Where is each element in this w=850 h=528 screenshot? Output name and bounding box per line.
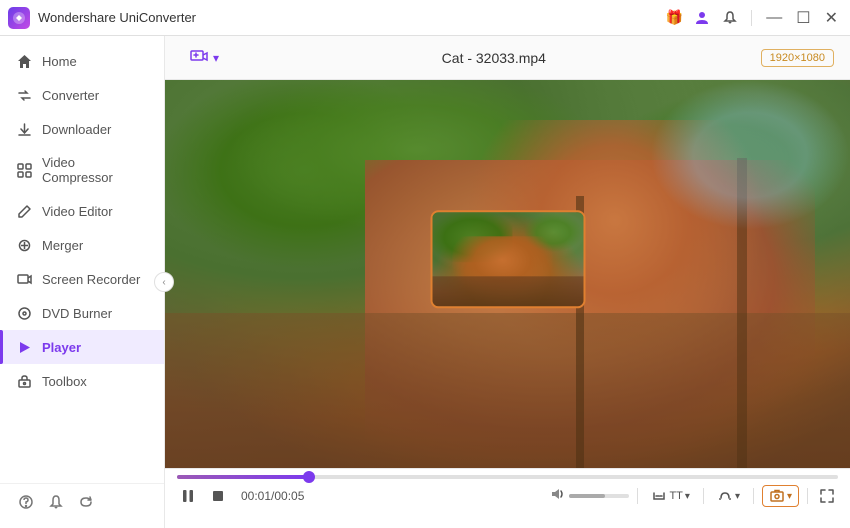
sidebar-item-home[interactable]: Home: [0, 44, 164, 78]
pause-button[interactable]: [177, 485, 199, 507]
screenshot-dropdown: ▾: [787, 491, 792, 502]
divider-2: [703, 488, 704, 504]
add-media-button[interactable]: ▾: [181, 44, 227, 72]
progress-track: [177, 475, 838, 479]
sidebar-item-compressor-label: Video Compressor: [42, 155, 148, 185]
progress-bar[interactable]: [177, 473, 838, 481]
sidebar-item-dvd-burner[interactable]: DVD Burner: [0, 296, 164, 330]
progress-fill: [177, 475, 309, 479]
main-layout: Home Converter Downloader: [0, 36, 850, 528]
sidebar: Home Converter Downloader: [0, 36, 165, 528]
recorder-icon: [16, 271, 32, 287]
user-icon[interactable]: [691, 7, 713, 29]
video-container[interactable]: [165, 80, 850, 468]
controls-row: 00:01/00:05: [177, 485, 838, 507]
toolbox-icon: [16, 373, 32, 389]
thumbnail-preview: [430, 210, 585, 308]
player-header: ▾ Cat - 32033.mp4 1920×1080: [165, 36, 850, 80]
content-area: ▾ Cat - 32033.mp4 1920×1080: [165, 36, 850, 528]
minimize-button[interactable]: —: [762, 9, 786, 27]
subtitle-dropdown: ▾: [685, 491, 690, 502]
sidebar-item-screen-recorder[interactable]: Screen Recorder: [0, 262, 164, 296]
add-media-dropdown-icon: ▾: [213, 51, 219, 65]
sidebar-item-converter-label: Converter: [42, 88, 99, 103]
app-title: Wondershare UniConverter: [38, 10, 663, 25]
notification-icon[interactable]: [719, 7, 741, 29]
file-title: Cat - 32033.mp4: [239, 50, 749, 66]
sidebar-item-toolbox-label: Toolbox: [42, 374, 87, 389]
thumbnail-cat-image: [432, 212, 583, 306]
controls-right: TT ▾ ▾: [549, 485, 838, 507]
player-icon: [16, 339, 32, 355]
audio-button[interactable]: ▾: [712, 485, 745, 507]
merger-icon: [16, 237, 32, 253]
help-icon[interactable]: [16, 492, 36, 512]
sidebar-item-merger-label: Merger: [42, 238, 83, 253]
sidebar-item-player-label: Player: [42, 340, 81, 355]
sidebar-item-merger[interactable]: Merger: [0, 228, 164, 262]
progress-thumb[interactable]: [303, 471, 315, 483]
time-display: 00:01/00:05: [241, 489, 304, 503]
dvd-icon: [16, 305, 32, 321]
audio-dropdown: ▾: [735, 491, 740, 502]
sidebar-item-toolbox[interactable]: Toolbox: [0, 364, 164, 398]
converter-icon: [16, 87, 32, 103]
volume-fill: [569, 494, 605, 498]
sidebar-bottom: [0, 483, 164, 520]
editor-icon: [16, 203, 32, 219]
sky-patch: [650, 80, 850, 230]
fence-bg: [165, 313, 850, 468]
volume-icon[interactable]: [549, 486, 565, 506]
divider-3: [753, 488, 754, 504]
notifications-icon[interactable]: [46, 492, 66, 512]
sidebar-item-converter[interactable]: Converter: [0, 78, 164, 112]
compressor-icon: [16, 162, 32, 178]
sidebar-item-video-compressor[interactable]: Video Compressor: [0, 146, 164, 194]
sidebar-item-video-editor[interactable]: Video Editor: [0, 194, 164, 228]
sidebar-item-home-label: Home: [42, 54, 77, 69]
refresh-icon[interactable]: [76, 492, 96, 512]
divider-4: [807, 488, 808, 504]
subtitle-button[interactable]: TT ▾: [646, 485, 694, 507]
resolution-badge: 1920×1080: [761, 49, 834, 67]
title-bar-controls: 🎁 — ☐ ✕: [663, 7, 842, 29]
sidebar-item-recorder-label: Screen Recorder: [42, 272, 140, 287]
gift-icon[interactable]: 🎁: [663, 7, 685, 29]
app-logo: [8, 7, 30, 29]
player-controls: 00:01/00:05: [165, 468, 850, 528]
volume-section: [549, 486, 629, 506]
home-icon: [16, 53, 32, 69]
downloader-icon: [16, 121, 32, 137]
screenshot-button[interactable]: ▾: [762, 485, 799, 507]
sidebar-item-downloader-label: Downloader: [42, 122, 111, 137]
sidebar-item-dvd-label: DVD Burner: [42, 306, 112, 321]
fullscreen-button[interactable]: [816, 485, 838, 507]
divider-1: [637, 488, 638, 504]
title-bar: Wondershare UniConverter 🎁 — ☐ ✕: [0, 0, 850, 36]
sidebar-item-editor-label: Video Editor: [42, 204, 113, 219]
maximize-button[interactable]: ☐: [792, 8, 814, 28]
close-button[interactable]: ✕: [821, 8, 842, 28]
sidebar-item-downloader[interactable]: Downloader: [0, 112, 164, 146]
subtitle-label: TT: [669, 490, 682, 502]
sidebar-collapse-button[interactable]: ‹: [154, 272, 174, 292]
sidebar-item-player[interactable]: Player: [0, 330, 164, 364]
stop-button[interactable]: [207, 485, 229, 507]
volume-slider[interactable]: [569, 494, 629, 498]
